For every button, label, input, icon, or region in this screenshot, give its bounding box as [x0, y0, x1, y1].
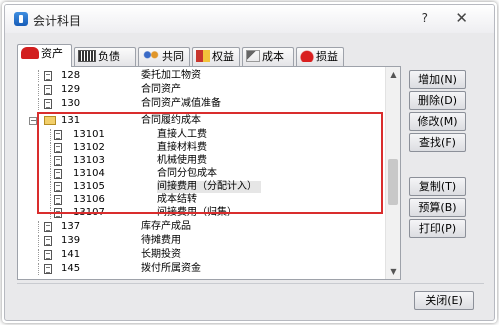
- tree-row[interactable]: 128 委托加工物资: [18, 70, 385, 82]
- scroll-up-icon[interactable]: ▲: [386, 67, 401, 82]
- collapse-toggle[interactable]: −: [29, 117, 37, 125]
- flag-icon: [196, 50, 210, 62]
- find-button[interactable]: 查找(F): [409, 133, 466, 152]
- account-code: 128: [61, 70, 81, 81]
- tab-liabilities[interactable]: 负债: [74, 47, 136, 67]
- scroll-down-icon[interactable]: ▼: [386, 264, 401, 279]
- close-button[interactable]: 关闭(E): [414, 291, 474, 310]
- vertical-scrollbar[interactable]: ▲ ▼: [385, 67, 400, 279]
- accounts-tree[interactable]: 128 委托加工物资 129 合同资产 130 合同资产减值准备 − 131 合…: [18, 67, 385, 279]
- document-icon: [44, 250, 52, 260]
- tab-label: 权益: [212, 50, 234, 63]
- app-icon: [14, 12, 28, 26]
- tab-common[interactable]: 共同: [138, 47, 190, 67]
- tab-assets[interactable]: 资产: [17, 44, 72, 67]
- document-icon: [44, 71, 52, 81]
- delete-button[interactable]: 删除(D): [409, 91, 466, 110]
- scroll-thumb[interactable]: [388, 159, 398, 205]
- tab-profit-loss[interactable]: 损益: [296, 47, 344, 67]
- add-button[interactable]: 增加(N): [409, 70, 466, 89]
- accounts-dialog: 会计科目 ? ✕ 资产 负债 共同 权益 成本 损益 128 委托加工物资 12…: [4, 4, 495, 321]
- highlight-annotation-box: [37, 112, 383, 214]
- help-button[interactable]: ?: [422, 11, 428, 25]
- tree-row[interactable]: 130 合同资产减值准备: [18, 98, 385, 110]
- tab-cost[interactable]: 成本: [242, 47, 294, 67]
- account-name: 合同资产: [141, 84, 181, 95]
- tree-row[interactable]: 137 库存产成品: [18, 221, 385, 233]
- tab-label: 损益: [316, 50, 338, 63]
- document-icon: [44, 236, 52, 246]
- document-icon: [44, 222, 52, 232]
- tab-label: 共同: [162, 50, 184, 63]
- tree-row[interactable]: 145 拨付所属资金: [18, 263, 385, 275]
- tab-equity[interactable]: 权益: [192, 47, 240, 67]
- document-icon: [44, 264, 52, 274]
- account-code: 141: [61, 249, 81, 260]
- account-code: 139: [61, 235, 81, 246]
- apple-icon: [300, 50, 314, 62]
- document-icon: [44, 99, 52, 109]
- print-button[interactable]: 打印(P): [409, 219, 466, 238]
- account-name: 合同资产减值准备: [141, 98, 221, 109]
- account-name: 待摊费用: [141, 235, 181, 246]
- title-bar[interactable]: 会计科目 ? ✕: [5, 5, 494, 33]
- card-icon: [78, 50, 96, 62]
- budget-button[interactable]: 预算(B): [409, 198, 466, 217]
- tree-row[interactable]: 141 长期投资: [18, 249, 385, 261]
- account-name: 拨付所属资金: [141, 263, 201, 274]
- account-name: 库存产成品: [141, 221, 191, 232]
- tab-label: 负债: [98, 50, 120, 63]
- people-icon: [142, 50, 160, 62]
- modify-button[interactable]: 修改(M): [409, 112, 466, 131]
- account-name: 委托加工物资: [141, 70, 201, 81]
- account-name: 长期投资: [141, 249, 181, 260]
- account-code: 145: [61, 263, 81, 274]
- tree-row[interactable]: 129 合同资产: [18, 84, 385, 96]
- account-code: 130: [61, 98, 81, 109]
- accounts-tree-panel: 128 委托加工物资 129 合同资产 130 合同资产减值准备 − 131 合…: [17, 66, 401, 280]
- tab-label: 成本: [262, 50, 284, 63]
- tree-row[interactable]: 139 待摊费用: [18, 235, 385, 247]
- account-code: 129: [61, 84, 81, 95]
- account-code: 137: [61, 221, 81, 232]
- tab-label: 资产: [41, 47, 63, 60]
- tool-icon: [246, 50, 260, 62]
- window-title: 会计科目: [33, 14, 82, 28]
- document-icon: [44, 85, 52, 95]
- copy-button[interactable]: 复制(T): [409, 177, 466, 196]
- footer-divider: [17, 283, 484, 284]
- close-icon[interactable]: ✕: [455, 9, 468, 27]
- car-icon: [21, 47, 39, 59]
